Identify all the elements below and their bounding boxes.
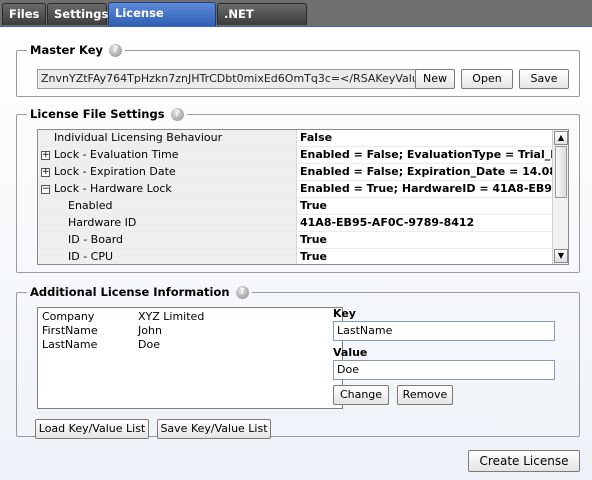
load-list-button[interactable]: Load Key/Value List bbox=[35, 419, 149, 439]
property-name: Lock - Expiration Date bbox=[54, 165, 176, 178]
property-name-cell: + Lock - Expiration Date bbox=[38, 164, 297, 180]
property-name-cell: + Lock - Evaluation Time bbox=[38, 147, 297, 163]
property-name: Hardware ID bbox=[38, 215, 297, 231]
save-key-button[interactable]: Save bbox=[519, 69, 569, 89]
property-name: ID - CPU bbox=[38, 249, 297, 264]
key-label: Key bbox=[333, 307, 356, 320]
tab-settings[interactable]: Settings bbox=[47, 3, 108, 25]
list-item[interactable]: LastName Doe bbox=[42, 338, 160, 352]
expand-icon[interactable]: + bbox=[41, 167, 50, 177]
property-value[interactable]: Enabled = False; EvaluationType = Trial_… bbox=[297, 147, 553, 163]
master-key-title: Master Key bbox=[30, 43, 104, 57]
scroll-down-icon[interactable]: ▼ bbox=[554, 249, 568, 263]
master-key-legend: Master Key ? bbox=[27, 43, 125, 57]
value-input[interactable]: Doe bbox=[333, 360, 555, 380]
value-label: Value bbox=[333, 346, 368, 359]
help-icon[interactable]: ? bbox=[235, 285, 249, 299]
property-row[interactable]: ID - Board True bbox=[38, 232, 553, 249]
property-value[interactable]: True bbox=[297, 198, 553, 214]
tab-files[interactable]: Files bbox=[2, 3, 46, 25]
key-value-list[interactable]: Company XYZ Limited FirstName John LastN… bbox=[37, 307, 343, 409]
additional-info-group: Additional License Information ? Company… bbox=[16, 285, 580, 439]
tab-license-manager[interactable]: License Manager bbox=[108, 2, 216, 40]
property-name: Lock - Evaluation Time bbox=[54, 148, 179, 161]
property-row[interactable]: + Lock - Evaluation Time Enabled = False… bbox=[38, 147, 553, 164]
additional-info-legend: Additional License Information ? bbox=[27, 285, 252, 299]
list-item[interactable]: FirstName John bbox=[42, 324, 162, 338]
key-input[interactable]: LastName bbox=[333, 321, 555, 341]
scroll-thumb[interactable] bbox=[555, 146, 567, 198]
property-row[interactable]: Enabled True bbox=[38, 198, 553, 215]
property-value[interactable]: Enabled = False; Expiration_Date = 14.08… bbox=[297, 164, 553, 180]
help-icon[interactable]: ? bbox=[170, 107, 184, 121]
list-item-key: Company bbox=[42, 310, 95, 323]
collapse-icon[interactable]: − bbox=[41, 184, 50, 194]
license-settings-title: License File Settings bbox=[30, 107, 165, 121]
master-key-field[interactable]: ZnvnYZtFAy764TpHzkn7znJHTrCDbt0mixEd6OmT… bbox=[37, 69, 423, 89]
additional-info-title: Additional License Information bbox=[30, 285, 230, 299]
tab-net-inspector[interactable]: .NET Inspector bbox=[217, 3, 307, 41]
property-value[interactable]: True bbox=[297, 232, 553, 248]
property-row[interactable]: ID - CPU True bbox=[38, 249, 553, 264]
list-item-key: FirstName bbox=[42, 324, 98, 337]
property-grid[interactable]: Individual Licensing Behaviour False + L… bbox=[37, 129, 569, 265]
expand-icon[interactable]: + bbox=[41, 150, 50, 160]
property-name: Enabled bbox=[38, 198, 297, 214]
property-row[interactable]: − Lock - Hardware Lock Enabled = True; H… bbox=[38, 181, 553, 198]
property-row[interactable]: Individual Licensing Behaviour False bbox=[38, 130, 553, 147]
list-item-value: Doe bbox=[138, 338, 160, 351]
list-item[interactable]: Company XYZ Limited bbox=[42, 310, 204, 324]
list-item-value: John bbox=[138, 324, 162, 337]
master-key-group: Master Key ? ZnvnYZtFAy764TpHzkn7znJHTrC… bbox=[16, 43, 580, 97]
license-settings-group: License File Settings ? Individual Licen… bbox=[16, 107, 580, 273]
change-button[interactable]: Change bbox=[333, 385, 389, 405]
tab-strip: Files Settings License Manager .NET Insp… bbox=[0, 0, 592, 41]
property-value[interactable]: Enabled = True; HardwareID = 41A8-EB95-A… bbox=[297, 181, 553, 197]
open-key-button[interactable]: Open bbox=[461, 69, 513, 89]
new-key-button[interactable]: New bbox=[415, 69, 455, 89]
property-name: ID - Board bbox=[38, 232, 297, 248]
property-name-cell: − Lock - Hardware Lock bbox=[38, 181, 297, 197]
property-value[interactable]: True bbox=[297, 249, 553, 264]
property-name: Lock - Hardware Lock bbox=[54, 182, 172, 195]
list-item-key: LastName bbox=[42, 338, 98, 351]
property-row[interactable]: + Lock - Expiration Date Enabled = False… bbox=[38, 164, 553, 181]
property-row[interactable]: Hardware ID 41A8-EB95-AF0C-9789-8412 bbox=[38, 215, 553, 232]
help-icon[interactable]: ? bbox=[109, 43, 123, 57]
scroll-up-icon[interactable]: ▲ bbox=[554, 131, 568, 145]
property-value[interactable]: False bbox=[297, 130, 553, 146]
property-value[interactable]: 41A8-EB95-AF0C-9789-8412 bbox=[297, 215, 553, 231]
vertical-scrollbar[interactable]: ▲ ▼ bbox=[552, 130, 568, 264]
license-settings-legend: License File Settings ? bbox=[27, 107, 187, 121]
list-item-value: XYZ Limited bbox=[138, 310, 205, 323]
license-manager-panel: Master Key ? ZnvnYZtFAy764TpHzkn7znJHTrC… bbox=[0, 26, 592, 480]
property-name: Individual Licensing Behaviour bbox=[38, 130, 297, 146]
create-license-button[interactable]: Create License bbox=[468, 450, 580, 472]
save-list-button[interactable]: Save Key/Value List bbox=[157, 419, 271, 439]
remove-button[interactable]: Remove bbox=[397, 385, 453, 405]
